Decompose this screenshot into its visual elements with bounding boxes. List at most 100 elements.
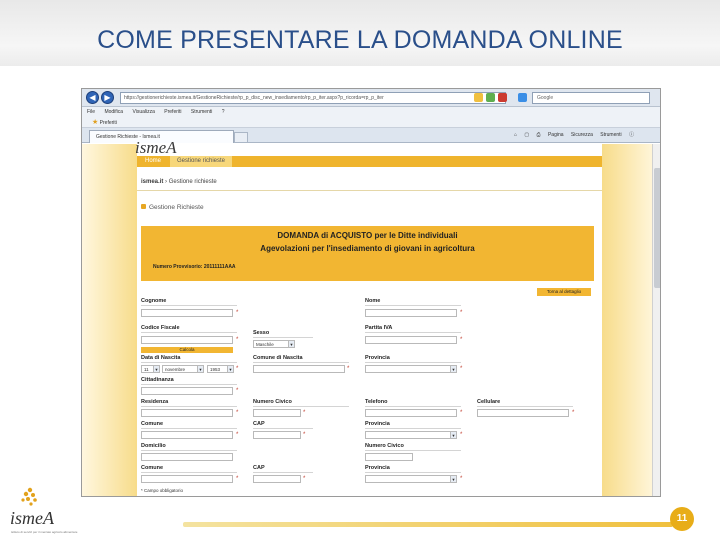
numero-civico-domicilio-label: Numero Civico xyxy=(365,443,461,451)
cap-residenza-field: CAP xyxy=(253,421,313,429)
feed-icon[interactable]: ▢ xyxy=(524,132,529,138)
menu-modifica[interactable]: Modifica xyxy=(104,109,123,115)
menu-file[interactable]: File xyxy=(87,109,95,115)
required-marker: * xyxy=(460,337,463,343)
data-nascita-field: Data di Nascita xyxy=(141,355,237,363)
right-decoration xyxy=(602,144,652,496)
required-marker: * xyxy=(460,310,463,316)
print-icon[interactable]: ⎙ xyxy=(537,132,541,138)
menu-visualizza[interactable]: Visualizza xyxy=(132,109,154,115)
favorites-label[interactable]: Preferiti xyxy=(100,120,117,126)
numero-civico-domicilio-input[interactable] xyxy=(365,453,413,461)
cittadinanza-input[interactable] xyxy=(141,387,233,395)
sesso-select[interactable]: Maschile ▼ xyxy=(253,340,295,348)
menu-bar: File Modifica Visualizza Preferiti Strum… xyxy=(82,107,660,117)
favorites-bar: ★ Preferiti xyxy=(82,117,660,128)
residenza-input[interactable] xyxy=(141,409,233,417)
giorno-select[interactable]: 11 ▼ xyxy=(141,365,160,373)
nome-input[interactable] xyxy=(365,309,457,317)
codice-fiscale-input[interactable] xyxy=(141,336,233,344)
back-icon[interactable]: ◀ xyxy=(86,91,99,104)
nome-label: Nome xyxy=(365,298,461,306)
mese-select[interactable]: novembre ▼ xyxy=(162,365,204,373)
comune-nascita-input[interactable] xyxy=(253,365,345,373)
numero-civico-input[interactable] xyxy=(253,409,301,417)
wheat-icon xyxy=(21,487,37,506)
request-banner: DOMANDA di ACQUISTO per le Ditte individ… xyxy=(141,226,594,281)
comune-domicilio-input[interactable] xyxy=(141,475,233,483)
domicilio-input[interactable] xyxy=(141,453,233,461)
partita-iva-input[interactable] xyxy=(365,336,457,344)
required-marker: * xyxy=(236,476,239,482)
section-title-text: Gestione Richieste xyxy=(149,204,204,211)
nav-gestione-richieste[interactable]: Gestione richieste xyxy=(170,156,232,167)
provincia-domicilio-select[interactable]: ▼ xyxy=(365,475,457,483)
telefono-input[interactable] xyxy=(365,409,457,417)
stop-icon[interactable] xyxy=(498,93,507,102)
chevron-down-icon: ▼ xyxy=(288,341,294,347)
required-marker: * xyxy=(460,410,463,416)
logo-tagline: istituto di servizi per il mercato agric… xyxy=(11,530,78,534)
required-marker: * xyxy=(303,476,306,482)
cap-domicilio-input[interactable] xyxy=(253,475,301,483)
comune-residenza-field: Comune xyxy=(141,421,237,429)
cognome-field: Cognome xyxy=(141,298,237,306)
menu-help[interactable]: ? xyxy=(222,109,225,115)
required-marker: * xyxy=(460,432,463,438)
required-marker: * xyxy=(236,388,239,394)
nav-home[interactable]: Home xyxy=(145,156,161,167)
domicilio-field: Domicilio xyxy=(141,443,237,451)
slide-title: COME PRESENTARE LA DOMANDA ONLINE xyxy=(97,26,623,54)
address-input[interactable]: https://gestionerichieste.ismea.it/Gesti… xyxy=(120,92,506,104)
provincia-nascita-field: Provincia xyxy=(365,355,461,363)
menu-preferiti[interactable]: Preferiti xyxy=(164,109,181,115)
provincia-residenza-select[interactable]: ▼ xyxy=(365,431,457,439)
numero-civico-field: Numero Civico xyxy=(253,399,349,407)
cognome-input[interactable] xyxy=(141,309,233,317)
data-nascita-label: Data di Nascita xyxy=(141,355,237,363)
telefono-label: Telefono xyxy=(365,399,461,407)
command-strumenti[interactable]: Strumenti xyxy=(600,132,621,138)
required-marker: * xyxy=(460,366,463,372)
partita-iva-field: Partita IVA xyxy=(365,325,461,333)
residenza-field: Residenza xyxy=(141,399,237,407)
search-input[interactable]: Google xyxy=(532,92,650,104)
footer-line xyxy=(183,522,673,527)
home-icon[interactable]: ⌂ xyxy=(514,132,517,138)
calcola-button[interactable]: Calcola xyxy=(141,347,233,353)
lock-icon xyxy=(474,93,483,102)
sesso-field: Sesso xyxy=(253,330,313,338)
google-icon xyxy=(518,93,527,102)
breadcrumb-home[interactable]: ismea.it xyxy=(141,179,163,185)
back-to-detail-button[interactable]: Torna al dettaglio xyxy=(537,288,591,296)
cellulare-input[interactable] xyxy=(477,409,569,417)
partita-iva-label: Partita IVA xyxy=(365,325,461,333)
required-marker: * xyxy=(572,410,575,416)
logo-word: ismeA xyxy=(10,508,54,528)
star-icon[interactable]: ★ xyxy=(92,119,98,126)
command-sicurezza[interactable]: Sicurezza xyxy=(571,132,593,138)
forward-icon[interactable]: ▶ xyxy=(101,91,114,104)
command-pagina[interactable]: Pagina xyxy=(548,132,564,138)
provisional-number: Numero Provvisorio: 20111111AAA xyxy=(153,264,236,270)
provincia-nascita-select[interactable]: ▼ xyxy=(365,365,457,373)
provincia-domicilio-label: Provincia xyxy=(365,465,461,473)
required-marker: * xyxy=(236,337,239,343)
comune-nascita-field: Comune di Nascita xyxy=(253,355,349,363)
cap-residenza-input[interactable] xyxy=(253,431,301,439)
new-tab-button[interactable] xyxy=(234,132,248,143)
chevron-down-icon: ▼ xyxy=(450,366,456,372)
anno-select[interactable]: 1953 ▼ xyxy=(207,365,234,373)
comune-residenza-input[interactable] xyxy=(141,431,233,439)
menu-strumenti[interactable]: Strumenti xyxy=(191,109,212,115)
comune-domicilio-label: Comune xyxy=(141,465,237,473)
chevron-down-icon: ▼ xyxy=(227,366,233,372)
scrollbar[interactable] xyxy=(652,144,660,496)
provincia-residenza-label: Provincia xyxy=(365,421,461,429)
section-title: Gestione Richieste xyxy=(141,204,204,211)
help-icon[interactable]: ⓘ xyxy=(629,132,634,138)
banner-subtitle: Agevolazioni per l'insediamento di giova… xyxy=(260,244,475,253)
sesso-label: Sesso xyxy=(253,330,313,338)
refresh-icon[interactable] xyxy=(486,93,495,102)
scroll-thumb[interactable] xyxy=(654,168,660,288)
